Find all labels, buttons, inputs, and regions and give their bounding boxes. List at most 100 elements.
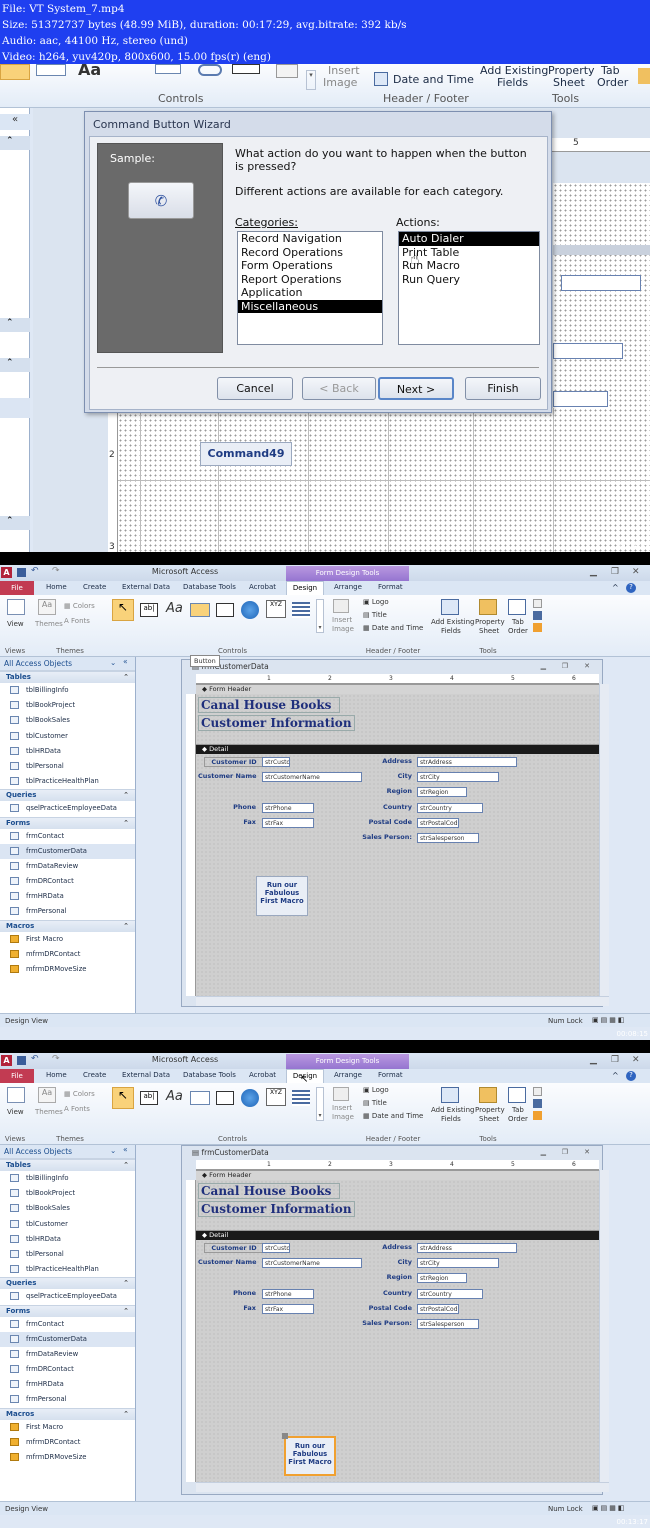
category-item-selected[interactable]: Miscellaneous [238,299,382,313]
ribbon-minimize-icon[interactable]: ^ [612,583,619,592]
nav-section-chevron-icon[interactable]: ⌃ [0,136,30,150]
category-item[interactable]: Application [238,286,382,300]
label-sales-person[interactable]: Sales Person: [342,833,412,841]
label-postal-code[interactable]: Postal Code [346,1304,412,1312]
nav-item[interactable]: frmDRContact [0,874,135,889]
nav-item[interactable]: tblCustomer [0,1217,135,1232]
view-button[interactable]: View [7,1108,24,1116]
chevron-up-icon[interactable]: ⌃ [123,1161,129,1169]
themes-icon[interactable]: Aa [38,599,56,615]
date-time-button[interactable]: ▦ Date and Time [363,1112,423,1120]
form-minimize-icon[interactable]: ▁ [541,1148,546,1156]
textbox-tool-icon[interactable] [36,64,66,76]
category-item[interactable]: Form Operations [238,259,382,273]
chevron-up-icon[interactable]: ⌃ [123,673,129,681]
vertical-scrollbar[interactable] [599,1170,609,1482]
tab-acrobat[interactable]: Acrobat [249,583,276,591]
form-header-bar[interactable]: ◆ Form Header [196,684,599,694]
tab-home[interactable]: Home [46,583,67,591]
view-code-icon[interactable] [533,1099,542,1108]
minimize-icon[interactable]: ▁ [590,1055,597,1065]
tab-order-button[interactable]: Tab [512,1106,524,1114]
label-city[interactable]: City [364,772,412,780]
chevron-up-icon[interactable]: ⌃ [123,1307,129,1315]
textbox-customer-name[interactable]: strCustomerName [262,1258,362,1268]
nav-selected-item[interactable] [0,398,30,418]
textbox-phone[interactable]: strPhone [262,1289,314,1299]
tab-control-tool-icon[interactable] [216,1091,234,1105]
chevron-up-icon[interactable]: ⌃ [123,922,129,930]
nav-item[interactable]: mfrmDRMoveSize [0,1450,135,1465]
form-close-icon[interactable]: ✕ [584,1148,590,1156]
nav-dropdown-icon[interactable]: ⌄ [110,1146,116,1155]
nav-item[interactable]: tblBookSales [0,713,135,728]
nav-item[interactable]: First Macro [0,1420,135,1435]
date-time-button[interactable]: ▦ Date and Time [363,624,423,632]
tab-format[interactable]: Format [378,1071,403,1079]
tab-order-icon[interactable] [508,599,526,615]
textbox-city[interactable]: strCity [417,1258,499,1268]
label-postal-code[interactable]: Postal Code [346,818,412,826]
nav-item[interactable]: frmHRData [0,889,135,904]
category-item[interactable]: Report Operations [238,273,382,287]
nav-collapse-icon[interactable]: « [0,114,30,130]
tab-arrange[interactable]: Arrange [334,1071,362,1079]
nav-dropdown-icon[interactable]: ⌄ [110,658,116,667]
add-existing-fields-button[interactable]: Add Existing [431,618,475,626]
textbox-postal-code[interactable]: strPostalCod [417,818,459,828]
label-region[interactable]: Region [364,1273,412,1281]
nav-section-queries[interactable]: Queries ⌃ [0,789,135,802]
category-item[interactable]: Record Operations [238,246,382,260]
nav-item[interactable]: mfrmDRMoveSize [0,962,135,977]
nav-item[interactable]: frmDataReview [0,1347,135,1362]
horizontal-scrollbar[interactable] [196,1482,609,1492]
label-country[interactable]: Country [364,803,412,811]
categories-listbox[interactable]: Record Navigation Record Operations Form… [237,231,383,345]
property-sheet-button[interactable]: Property [475,618,505,626]
select-tool-button[interactable] [0,64,30,80]
label-address[interactable]: Address [364,1243,412,1251]
resize-handle[interactable] [282,1433,288,1439]
textbox-fax[interactable]: strFax [262,818,314,828]
textbox-address[interactable]: strAddress [417,1243,517,1253]
nav-item[interactable]: tblHRData [0,1232,135,1247]
tab-design[interactable]: Design [286,581,324,595]
tab-tool-icon[interactable] [232,64,260,74]
nav-item[interactable]: First Macro [0,932,135,947]
insert-image-icon[interactable] [333,1087,349,1101]
back-button[interactable]: < Back [302,377,376,400]
textbox-address[interactable]: strAddress [417,757,517,767]
label-city[interactable]: City [364,1258,412,1266]
convert-macros-icon[interactable] [533,1111,542,1120]
nav-header[interactable]: All Access Objects ⌄ « [0,657,135,671]
insert-image-label-2[interactable]: Image [323,76,357,89]
navigation-tool-icon[interactable] [292,1090,310,1106]
property-sheet-icon[interactable] [479,1087,497,1103]
nav-item[interactable]: frmPersonal [0,904,135,919]
subform-icon[interactable] [533,599,542,608]
label-fax[interactable]: Fax [198,1304,256,1312]
nav-item[interactable]: tblPersonal [0,759,135,774]
label-phone[interactable]: Phone [198,803,256,811]
nav-item[interactable]: tblCustomer [0,729,135,744]
controls-more-icon[interactable]: ▾ [316,1087,324,1121]
themes-button[interactable]: Themes [35,620,63,628]
nav-section-forms[interactable]: Forms ⌃ [0,816,135,829]
nav-item[interactable]: frmCustomerData [0,1331,135,1347]
nav-item[interactable]: mfrmDRContact [0,1435,135,1450]
nav-section-macros[interactable]: Macros ⌃ [0,919,135,932]
label-country[interactable]: Country [364,1289,412,1297]
property-sheet-button[interactable]: Property [475,1106,505,1114]
tab-arrange[interactable]: Arrange [334,583,362,591]
nav-item[interactable]: frmPersonal [0,1392,135,1407]
nav-item[interactable]: qselPracticeEmployeeData [0,1289,135,1304]
select-tool-icon[interactable]: ↖ [112,599,134,621]
tab-control-tool-icon[interactable] [216,603,234,617]
action-item[interactable]: Print Table [399,246,539,260]
label-fax[interactable]: Fax [198,818,256,826]
date-time-button[interactable]: Date and Time [393,73,474,86]
tab-create[interactable]: Create [83,1071,106,1079]
view-switcher-icons[interactable]: ▣▤▦◧ [592,1016,626,1024]
tab-order-icon[interactable] [508,1087,526,1103]
help-icon[interactable]: ? [626,1071,636,1081]
